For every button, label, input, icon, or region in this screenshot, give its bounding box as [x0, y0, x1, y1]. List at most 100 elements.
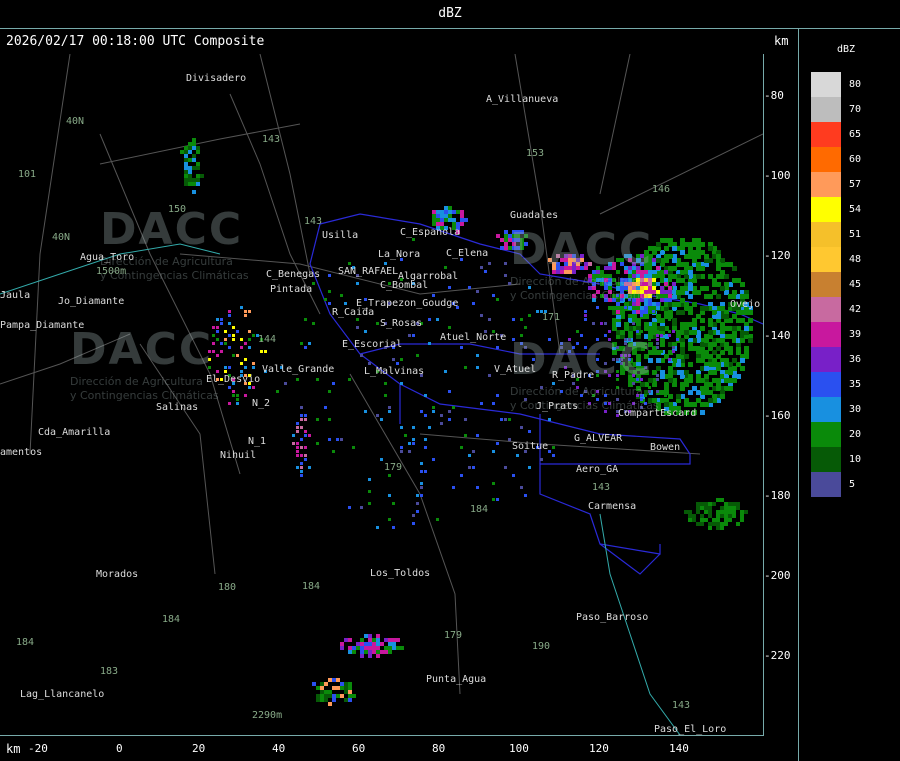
echo-cell: [528, 466, 531, 469]
echo-cell: [700, 518, 704, 522]
echo-cell: [300, 406, 303, 409]
echo-cell: [384, 262, 387, 265]
echo-cell: [420, 494, 423, 497]
echo-cell: [660, 326, 665, 331]
echo-cell: [456, 210, 460, 214]
echo-cell: [688, 518, 692, 522]
echo-cell: [728, 262, 733, 267]
echo-cell: [400, 382, 403, 385]
echo-cell: [416, 354, 419, 357]
echo-cell: [324, 682, 328, 686]
echo-cell: [724, 362, 729, 367]
distance-label: 183: [100, 666, 119, 677]
echo-cell: [552, 454, 555, 457]
echo-cell: [388, 638, 392, 642]
echo-cell: [708, 246, 713, 251]
echo-cell: [508, 418, 511, 421]
echo-cell: [184, 178, 188, 182]
echo-cell: [320, 698, 324, 702]
echo-cell: [396, 646, 400, 650]
echo-cell: [704, 254, 709, 259]
echo-cell: [392, 642, 396, 646]
echo-cell: [416, 510, 419, 513]
distance-label: 143: [304, 216, 323, 227]
echo-cell: [432, 218, 436, 222]
echo-cell: [708, 506, 712, 510]
echo-cell: [468, 466, 471, 469]
echo-cell: [376, 322, 379, 325]
echo-cell: [704, 366, 709, 371]
echo-cell: [244, 394, 247, 397]
echo-cell: [300, 446, 303, 449]
echo-cell: [296, 422, 299, 425]
echo-cell: [748, 318, 753, 323]
echo-cell: [448, 390, 451, 393]
legend-swatch: [811, 347, 841, 372]
radar-map[interactable]: DACC Dirección de Agricultura y Continge…: [0, 54, 764, 736]
legend-label: 65: [849, 129, 862, 140]
echo-cell: [300, 438, 303, 441]
echo-cell: [688, 306, 693, 311]
echo-cell: [328, 290, 331, 293]
echo-cell: [324, 694, 328, 698]
echo-cell: [692, 514, 696, 518]
distance-label: 180: [218, 582, 237, 593]
echo-cell: [720, 526, 724, 530]
x-tick: 100: [509, 742, 529, 755]
echo-cell: [672, 350, 675, 353]
echo-cell: [184, 182, 188, 186]
echo-cell: [740, 518, 744, 522]
echo-cell: [720, 322, 725, 327]
echo-cell: [240, 306, 243, 309]
echo-cell: [680, 342, 685, 347]
echo-cell: [700, 286, 705, 291]
echo-cell: [364, 642, 368, 646]
echo-cell: [344, 690, 348, 694]
echo-cell: [228, 402, 231, 405]
echo-cell: [340, 646, 344, 650]
place-label: Guadales: [510, 210, 559, 221]
echo-cell: [344, 682, 348, 686]
echo-cell: [508, 438, 511, 441]
place-label: Cda_Amarilla: [38, 427, 111, 438]
echo-cell: [704, 518, 708, 522]
legend-label: 48: [849, 254, 862, 265]
echo-cell: [240, 362, 243, 365]
echo-cell: [352, 646, 356, 650]
echo-cell: [592, 322, 595, 325]
echo-cell: [668, 294, 672, 298]
distance-label: 184: [162, 614, 181, 625]
legend-label: 30: [849, 404, 862, 415]
echo-cell: [296, 466, 299, 469]
echo-cell: [380, 642, 384, 646]
place-label: Ovejo: [730, 299, 761, 310]
echo-cell: [376, 638, 380, 642]
x-tick: 40: [272, 742, 286, 755]
legend-label: 70: [849, 104, 862, 115]
echo-cell: [292, 442, 295, 445]
echo-cell: [696, 522, 700, 526]
echo-cell: [300, 470, 303, 473]
echo-cell: [660, 342, 665, 347]
echo-cell: [244, 342, 247, 345]
legend-label: 5: [849, 479, 856, 490]
echo-cell: [436, 318, 439, 321]
echo-cell: [336, 678, 340, 682]
echo-cell: [496, 234, 500, 238]
echo-cell: [328, 438, 331, 441]
y-tick: -200: [764, 569, 791, 582]
echo-cell: [736, 278, 741, 283]
echo-cell: [292, 434, 295, 437]
echo-cell: [384, 638, 388, 642]
echo-cell: [388, 518, 391, 521]
echo-cell: [436, 222, 440, 226]
echo-cell: [368, 654, 372, 658]
echo-cell: [356, 318, 359, 321]
distance-label: 40N: [52, 232, 71, 243]
echo-cell: [252, 362, 255, 365]
echo-cell: [528, 430, 531, 433]
echo-cell: [732, 290, 737, 295]
place-label: C_Espanola: [400, 227, 461, 238]
echo-cell: [664, 290, 668, 294]
y-tick: -220: [764, 649, 791, 662]
